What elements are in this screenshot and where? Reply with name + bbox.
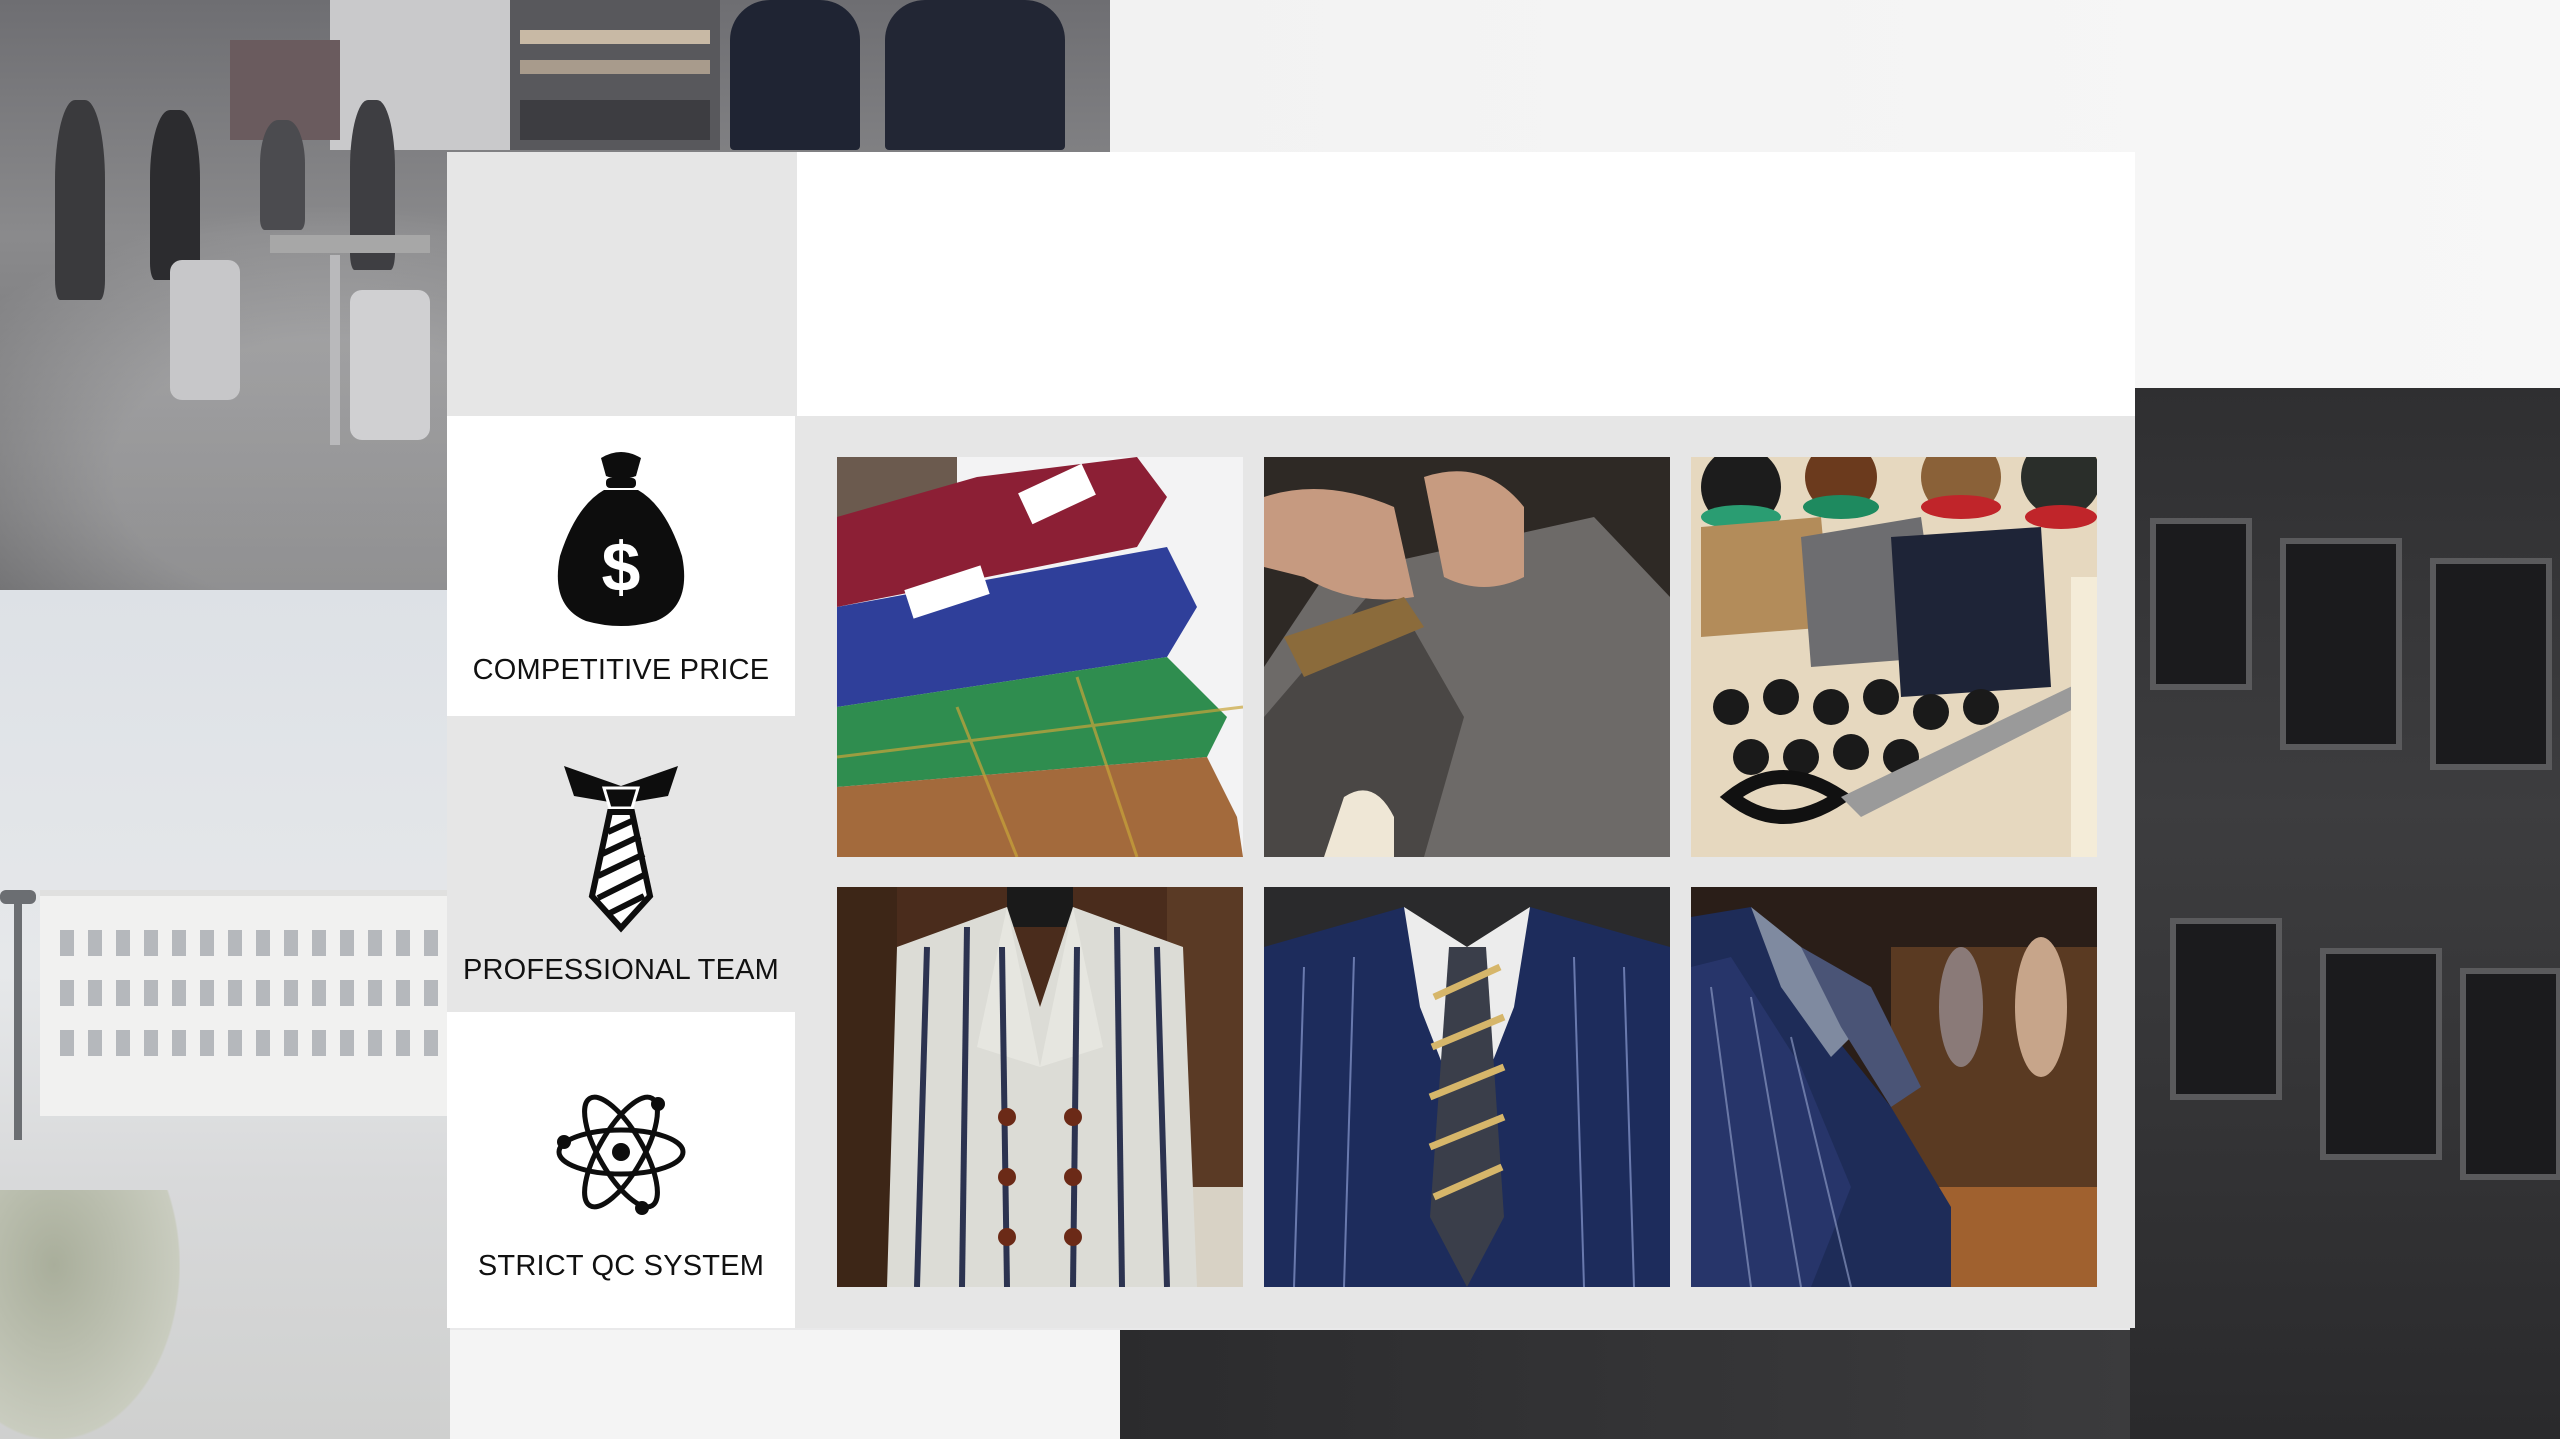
- striped-jacket-mannequin-photo: [837, 887, 1243, 1287]
- suit-rack-photo: [1691, 887, 2097, 1287]
- tie-icon: [546, 746, 696, 936]
- fabric-buttons-scissors-photo: [1691, 457, 2097, 857]
- feature-sidebar: $ COMPETITIVE PRICE PROFESSIONAL TEAM ST…: [447, 152, 795, 1328]
- svg-text:$: $: [602, 528, 641, 606]
- atom-icon: [546, 1042, 696, 1232]
- feature-card: $ COMPETITIVE PRICE PROFESSIONAL TEAM ST…: [447, 152, 2135, 1328]
- navy-suit-tie-photo: [1264, 887, 1670, 1287]
- sidebar-top-panel: [447, 152, 795, 416]
- money-bag-icon: $: [546, 446, 696, 636]
- factory-background-photo: [0, 590, 450, 1439]
- building-background-photo: [2130, 388, 2560, 1439]
- card-header: [797, 152, 2135, 416]
- background-panel-light: [450, 1330, 1120, 1439]
- feature-label: STRICT QC SYSTEM: [477, 1250, 765, 1282]
- tailor-hands-photo: [1264, 457, 1670, 857]
- feature-label: COMPETITIVE PRICE: [472, 654, 770, 686]
- photo-grid: [837, 457, 2097, 1287]
- feature-strict-qc-system: STRICT QC SYSTEM: [447, 1012, 795, 1328]
- fabric-swatches-photo: [837, 457, 1243, 857]
- feature-professional-team: PROFESSIONAL TEAM: [447, 716, 795, 1012]
- feature-competitive-price: $ COMPETITIVE PRICE: [447, 416, 795, 716]
- background-panel-dark: [1120, 1330, 2130, 1439]
- feature-label: PROFESSIONAL TEAM: [462, 954, 780, 986]
